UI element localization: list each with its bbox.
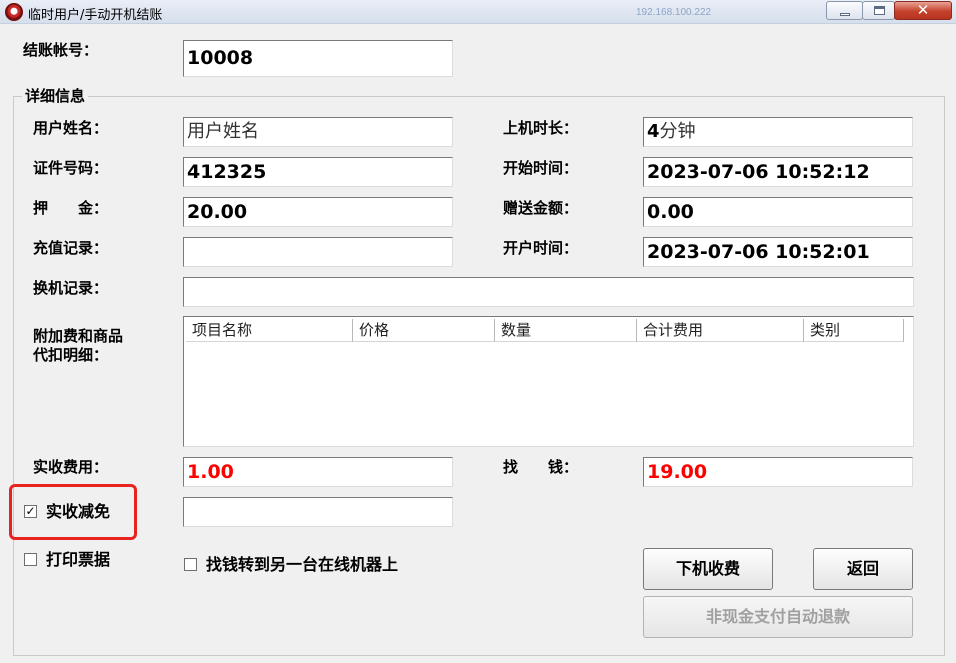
window-title: 临时用户/手动开机结账 (28, 8, 163, 23)
details-group-title: 详细信息 (22, 86, 89, 106)
transfer-change-checkbox[interactable] (184, 558, 197, 571)
maximize-icon (874, 6, 885, 15)
user-name-field[interactable]: 用户姓名 (183, 117, 453, 147)
back-button[interactable]: 返回 (813, 548, 913, 590)
checkout-account-label: 结账帐号： (23, 41, 99, 59)
deposit-field[interactable]: 20.00 (183, 197, 453, 227)
logoff-charge-button[interactable]: 下机收费 (643, 548, 773, 590)
column-header-price[interactable]: 价格 (353, 319, 495, 342)
print-receipt-checkbox[interactable] (24, 553, 37, 566)
id-number-field[interactable]: 412325 (183, 157, 453, 187)
title-bar[interactable]: 临时用户/手动开机结账 192.168.100.222 ✕ (0, 0, 956, 24)
listview-header: 项目名称 价格 数量 合计费用 类别 (186, 319, 909, 342)
print-receipt-label[interactable]: 打印票据 (46, 550, 110, 570)
bonus-amount-label: 赠送金额： (503, 199, 579, 217)
machine-change-record-label: 换机记录： (33, 279, 109, 297)
column-header-total[interactable]: 合计费用 (637, 319, 804, 342)
actual-reduction-label[interactable]: 实收减免 (46, 502, 110, 522)
actual-reduction-checkbox[interactable]: ✓ (24, 505, 37, 518)
column-header-quantity[interactable]: 数量 (495, 319, 637, 342)
account-open-time-label: 开户时间： (503, 239, 579, 257)
change-label: 找 钱： (503, 458, 579, 476)
close-icon: ✕ (916, 1, 930, 19)
maximize-button[interactable] (862, 1, 895, 20)
deposit-label: 押 金： (33, 199, 109, 217)
column-header-item-name[interactable]: 项目名称 (186, 319, 353, 342)
extra-fees-label-line1: 附加费和商品 (33, 327, 124, 345)
online-duration-number: 4 (647, 121, 660, 142)
app-icon (5, 3, 23, 21)
recharge-record-label: 充值记录： (33, 239, 109, 257)
extra-fees-listview[interactable]: 项目名称 价格 数量 合计费用 类别 (183, 316, 914, 447)
online-duration-unit: 分钟 (659, 121, 696, 142)
actual-fee-field[interactable]: 1.00 (183, 457, 453, 487)
actual-reduction-field[interactable] (183, 497, 453, 527)
account-open-time-field[interactable]: 2023-07-06 10:52:01 (643, 237, 913, 267)
start-time-label: 开始时间： (503, 159, 579, 177)
online-duration-field[interactable]: 4分钟 (643, 117, 913, 147)
title-ip-text: 192.168.100.222 (636, 7, 712, 18)
user-name-label: 用户姓名： (33, 119, 109, 137)
bonus-amount-field[interactable]: 0.00 (643, 197, 913, 227)
start-time-field[interactable]: 2023-07-06 10:52:12 (643, 157, 913, 187)
actual-fee-label: 实收费用： (33, 458, 109, 476)
checkout-account-field[interactable]: 10008 (183, 40, 453, 77)
online-duration-label: 上机时长： (503, 119, 579, 137)
column-header-category[interactable]: 类别 (804, 319, 904, 342)
change-field[interactable]: 19.00 (643, 457, 913, 487)
recharge-record-field[interactable] (183, 237, 453, 267)
machine-change-record-field[interactable] (183, 277, 914, 307)
minimize-icon (840, 13, 850, 16)
transfer-change-label[interactable]: 找钱转到另一台在线机器上 (206, 555, 398, 575)
close-button[interactable]: ✕ (894, 1, 952, 20)
id-number-label: 证件号码： (33, 159, 109, 177)
non-cash-refund-button[interactable]: 非现金支付自动退款 (643, 596, 913, 638)
extra-fees-label-line2: 代扣明细： (33, 346, 109, 364)
minimize-button[interactable] (826, 1, 863, 20)
